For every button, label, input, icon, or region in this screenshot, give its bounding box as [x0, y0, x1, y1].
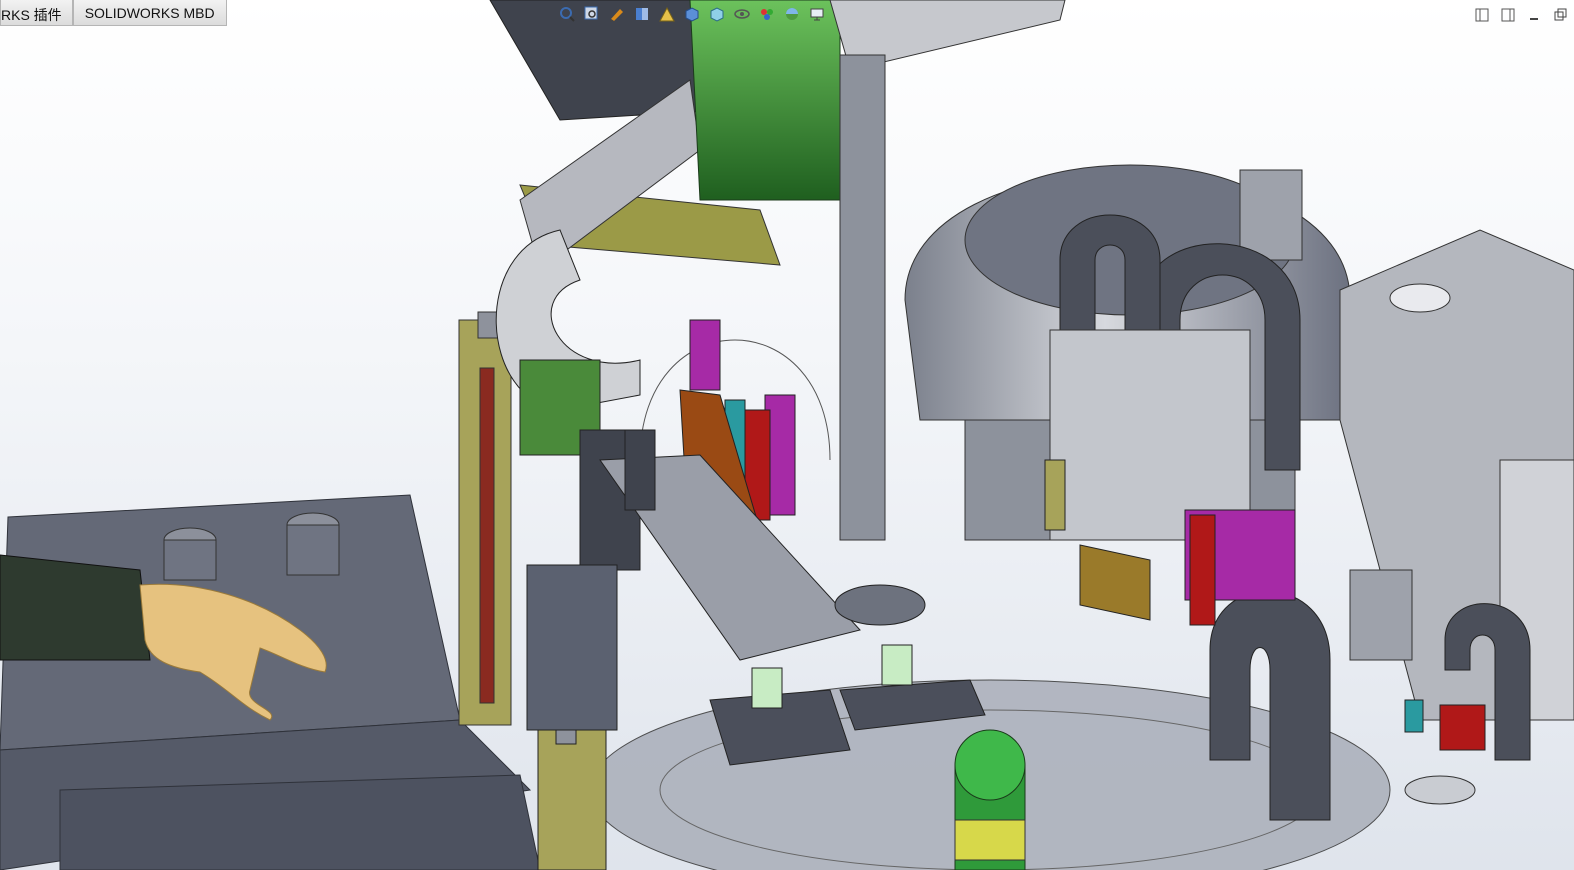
tab-solidworks-mbd[interactable]: SOLIDWORKS MBD	[72, 0, 227, 26]
tile-left-icon[interactable]	[1473, 6, 1490, 23]
command-manager-tabbar: RKS 插件 SOLIDWORKS MBD	[0, 0, 227, 26]
restore-icon[interactable]	[1551, 6, 1568, 23]
vertical-guide-rail	[458, 311, 512, 726]
graphics-area-3d-model[interactable]	[0, 0, 1574, 870]
minimize-icon[interactable]	[1525, 6, 1542, 23]
section-view-icon[interactable]	[631, 3, 653, 25]
zoom-to-fit-icon[interactable]	[556, 3, 578, 25]
view-orientation-icon[interactable]	[681, 3, 703, 25]
display-style-icon[interactable]	[706, 3, 728, 25]
lower-pillar	[526, 564, 618, 870]
tile-right-icon[interactable]	[1499, 6, 1516, 23]
heads-up-view-toolbar	[556, 3, 828, 25]
dynamic-annotation-icon[interactable]	[656, 3, 678, 25]
apply-scene-icon[interactable]	[781, 3, 803, 25]
graphics-window-controls	[1473, 6, 1568, 23]
hide-show-items-icon[interactable]	[731, 3, 753, 25]
green-capsule-part	[954, 729, 1026, 870]
previous-view-icon[interactable]	[606, 3, 628, 25]
tab-rks-addins[interactable]: RKS 插件	[0, 0, 73, 26]
edit-appearance-icon[interactable]	[756, 3, 778, 25]
view-settings-icon[interactable]	[806, 3, 828, 25]
zoom-to-area-icon[interactable]	[581, 3, 603, 25]
